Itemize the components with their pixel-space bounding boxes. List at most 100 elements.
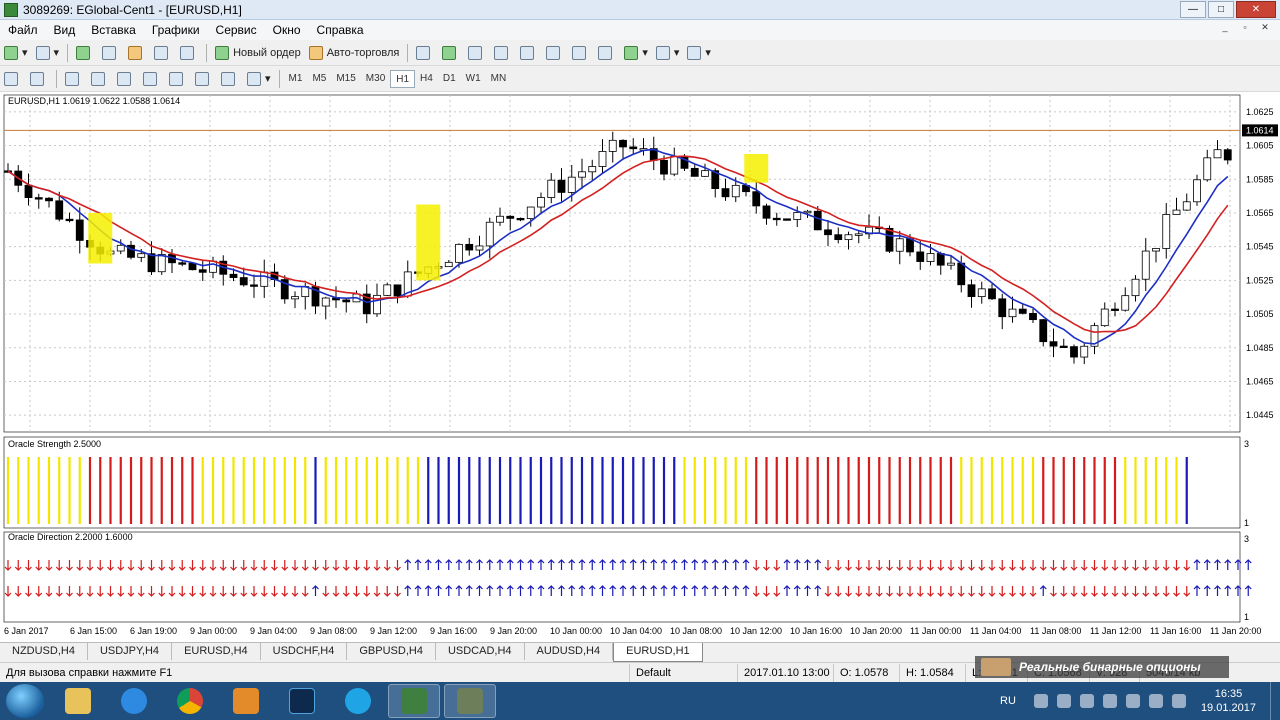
channel-tool[interactable]	[141, 69, 163, 89]
navigator-button[interactable]	[126, 43, 148, 63]
periods-button[interactable]: ▾	[654, 43, 682, 63]
candle-chart-button[interactable]	[440, 43, 462, 63]
battery-icon[interactable]	[1125, 694, 1140, 708]
taskbar-metatrader[interactable]	[388, 684, 440, 718]
timeframe-m1[interactable]: M1	[284, 70, 308, 88]
standard-toolbar: ▾ ▾ Новый ордер Авто-торговля ▾ ▾ ▾	[0, 40, 1280, 66]
timeframe-w1[interactable]: W1	[461, 70, 486, 88]
antivirus-icon[interactable]	[1056, 694, 1071, 708]
timeframe-m30[interactable]: M30	[361, 70, 390, 88]
tile-windows-button[interactable]	[544, 43, 566, 63]
direction-arrow-bottom	[1101, 586, 1109, 597]
cursor-tool[interactable]	[2, 69, 24, 89]
menu-window[interactable]: Окно	[265, 23, 309, 37]
tab-nzdusd-h4[interactable]: NZDUSD,H4	[0, 643, 88, 660]
zoom-out-button[interactable]	[518, 43, 540, 63]
profiles-button[interactable]: ▾	[34, 43, 62, 63]
direction-arrow-top	[619, 559, 627, 570]
cursor-icon	[4, 71, 18, 86]
direction-arrow-top	[568, 559, 576, 570]
templates-button[interactable]: ▾	[685, 43, 713, 63]
child-restore-button[interactable]: ▫	[1236, 22, 1254, 36]
tab-eurusd-h1[interactable]: EURUSD,H1	[613, 643, 703, 662]
child-minimize-button[interactable]: _	[1216, 22, 1234, 36]
direction-arrow-bottom	[476, 585, 483, 596]
menu-file[interactable]: Файл	[0, 23, 46, 37]
autotrading-button[interactable]: Авто-торговля	[307, 43, 402, 63]
tab-usdcad-h4[interactable]: USDCAD,H4	[436, 643, 525, 660]
taskbar-app[interactable]	[444, 684, 496, 718]
direction-arrow-bottom	[711, 585, 719, 596]
taskbar-photoshop[interactable]	[276, 684, 328, 718]
fibonacci-tool[interactable]	[167, 69, 189, 89]
volume-icon[interactable]	[1171, 694, 1186, 708]
maximize-button[interactable]: □	[1208, 1, 1234, 18]
horizontal-line-tool[interactable]	[89, 69, 111, 89]
direction-arrow-bottom	[127, 586, 135, 597]
timeframe-h1[interactable]: H1	[390, 69, 416, 88]
wifi-icon[interactable]	[1148, 694, 1163, 708]
tab-eurusd-h4[interactable]: EURUSD,H4	[172, 643, 261, 660]
taskbar-skype[interactable]	[332, 684, 384, 718]
tester-button[interactable]	[178, 43, 200, 63]
taskbar-media[interactable]	[220, 684, 272, 718]
tab-usdjpy-h4[interactable]: USDJPY,H4	[88, 643, 173, 660]
tab-gbpusd-h4[interactable]: GBPUSD,H4	[347, 643, 436, 660]
new-order-button[interactable]: Новый ордер	[213, 43, 303, 63]
text-tool[interactable]	[193, 69, 215, 89]
timeframe-m5[interactable]: M5	[307, 70, 331, 88]
zoom-in-button[interactable]	[492, 43, 514, 63]
candle-body	[947, 262, 955, 266]
timeframe-m15[interactable]: M15	[331, 70, 360, 88]
direction-arrow-bottom	[445, 585, 453, 596]
chart-canvas[interactable]: 1.0625 1.0605 1.0585 1.0565 1.0545 1.0525 1.05…	[0, 92, 1280, 642]
menu-insert[interactable]: Вставка	[83, 23, 144, 37]
market-watch-button[interactable]	[74, 43, 96, 63]
menu-help[interactable]: Справка	[309, 23, 372, 37]
timeframe-d1[interactable]: D1	[438, 70, 461, 88]
direction-arrow-top	[1214, 559, 1221, 570]
data-window-button[interactable]	[100, 43, 122, 63]
line-chart-button[interactable]	[466, 43, 488, 63]
bluetooth-icon[interactable]	[1102, 694, 1117, 708]
taskbar-chrome[interactable]	[164, 684, 216, 718]
show-desktop-button[interactable]	[1270, 682, 1280, 720]
direction-arrow-top	[629, 559, 637, 570]
taskbar-ie[interactable]	[108, 684, 160, 718]
tab-usdchf-h4[interactable]: USDCHF,H4	[261, 643, 348, 660]
bar-chart-button[interactable]	[414, 43, 436, 63]
indicators-button[interactable]: ▾	[622, 43, 650, 63]
direction-arrow-top	[1101, 560, 1109, 571]
crosshair-tool[interactable]	[28, 69, 50, 89]
arrows-tool[interactable]: ▾	[245, 69, 273, 89]
taskbar-explorer[interactable]	[52, 684, 104, 718]
minimize-button[interactable]: —	[1180, 1, 1206, 18]
auto-scroll-button[interactable]	[570, 43, 592, 63]
vertical-line-tool[interactable]	[63, 69, 85, 89]
timeframe-mn[interactable]: MN	[486, 70, 512, 88]
language-indicator[interactable]: RU	[1000, 695, 1016, 707]
network-icon[interactable]	[1033, 694, 1048, 708]
chart-window[interactable]: 1.0625 1.0605 1.0585 1.0565 1.0545 1.0525 1.05…	[0, 92, 1280, 642]
trendline-tool[interactable]	[115, 69, 137, 89]
candle-body	[762, 205, 771, 219]
candle-body	[444, 261, 453, 268]
timeframe-h4[interactable]: H4	[415, 70, 438, 88]
menu-charts[interactable]: Графики	[144, 23, 208, 37]
label-tool[interactable]	[219, 69, 241, 89]
menu-view[interactable]: Вид	[46, 23, 84, 37]
child-close-button[interactable]: ✕	[1256, 22, 1274, 36]
terminal-button[interactable]	[152, 43, 174, 63]
candle-body	[485, 221, 494, 247]
direction-arrow-top	[465, 559, 473, 570]
tab-audusd-h4[interactable]: AUDUSD,H4	[525, 643, 614, 660]
clock[interactable]: 16:35 19.01.2017	[1201, 687, 1256, 715]
close-button[interactable]: ✕	[1236, 1, 1276, 18]
candle-body	[926, 253, 935, 262]
chart-shift-button[interactable]	[596, 43, 618, 63]
direction-arrow-top	[814, 559, 822, 570]
start-button[interactable]	[6, 684, 44, 718]
tray-app-icon[interactable]	[1079, 694, 1094, 708]
menu-tools[interactable]: Сервис	[208, 23, 265, 37]
new-chart-button[interactable]: ▾	[2, 43, 30, 63]
